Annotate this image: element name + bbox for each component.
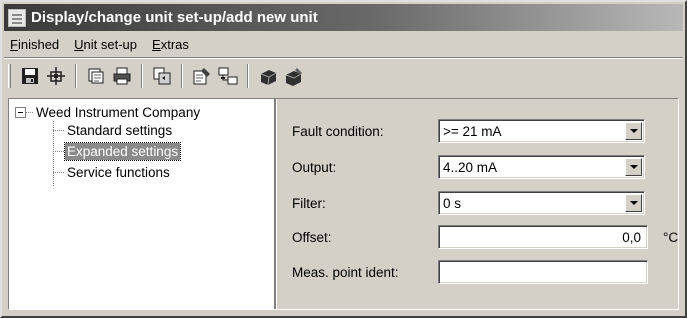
unit-tree: Weed Instrument Company Standard setting… <box>9 99 276 309</box>
chevron-down-icon[interactable] <box>625 122 642 140</box>
offset-value: 0,0 <box>622 229 641 245</box>
offset-input[interactable]: 0,0 <box>438 225 648 249</box>
menu-bar: Finished Unit set-up Extras <box>4 32 683 56</box>
toolbar-separator <box>181 64 183 88</box>
filter-value: 0 s <box>443 195 462 211</box>
tree-root-node[interactable]: Weed Instrument Company <box>36 104 200 121</box>
settings-form: Fault condition: >= 21 mA Output: 4..20 … <box>280 99 678 309</box>
fault-condition-select[interactable]: >= 21 mA <box>438 119 645 143</box>
scan-icon[interactable] <box>43 63 69 89</box>
print-icon[interactable] <box>109 63 135 89</box>
content-area: Weed Instrument Company Standard setting… <box>8 98 679 310</box>
chevron-down-icon[interactable] <box>625 158 642 176</box>
toolbar-separator <box>247 64 249 88</box>
device-read-icon[interactable] <box>255 63 281 89</box>
chevron-down-icon[interactable] <box>625 194 642 212</box>
window-title: Display/change unit set-up/add new unit <box>31 9 318 26</box>
output-value: 4..20 mA <box>443 159 498 175</box>
meas-point-ident-label: Meas. point ident: <box>292 265 399 280</box>
fault-condition-value: >= 21 mA <box>443 123 502 139</box>
toolbar-grip[interactable] <box>8 64 11 88</box>
output-select[interactable]: 4..20 mA <box>438 155 645 179</box>
tree-connector <box>53 172 65 173</box>
tree-node-standard-settings[interactable]: Standard settings <box>67 122 172 139</box>
tree-connector <box>53 130 65 131</box>
offset-label: Offset: <box>292 230 332 245</box>
properties-icon[interactable] <box>189 63 215 89</box>
copy-icon[interactable] <box>149 63 175 89</box>
menu-finished[interactable]: Finished <box>8 36 61 53</box>
filter-select[interactable]: 0 s <box>438 191 645 215</box>
menu-unit-setup[interactable]: Unit set-up <box>72 36 139 53</box>
meas-point-ident-input[interactable] <box>438 260 648 284</box>
offset-unit: °C <box>663 230 679 245</box>
collapse-icon[interactable] <box>15 107 26 118</box>
toolbar-separator <box>141 64 143 88</box>
save-icon[interactable] <box>17 63 43 89</box>
network-icon[interactable] <box>215 63 241 89</box>
toolbar-separator <box>75 64 77 88</box>
tree-node-expanded-settings[interactable]: Expanded settings <box>63 142 182 161</box>
menu-extras[interactable]: Extras <box>150 36 191 53</box>
title-bar[interactable]: Display/change unit set-up/add new unit <box>4 4 683 31</box>
device-write-icon[interactable] <box>281 63 307 89</box>
app-icon <box>8 8 26 27</box>
main-window: Display/change unit set-up/add new unit … <box>0 0 687 318</box>
tree-node-service-functions[interactable]: Service functions <box>67 164 170 181</box>
tree-connector <box>26 112 34 113</box>
print-preview-icon[interactable] <box>83 63 109 89</box>
output-label: Output: <box>292 160 337 175</box>
toolbar <box>4 59 683 93</box>
fault-condition-label: Fault condition: <box>292 124 384 139</box>
filter-label: Filter: <box>292 196 326 211</box>
tree-connector <box>53 151 65 152</box>
